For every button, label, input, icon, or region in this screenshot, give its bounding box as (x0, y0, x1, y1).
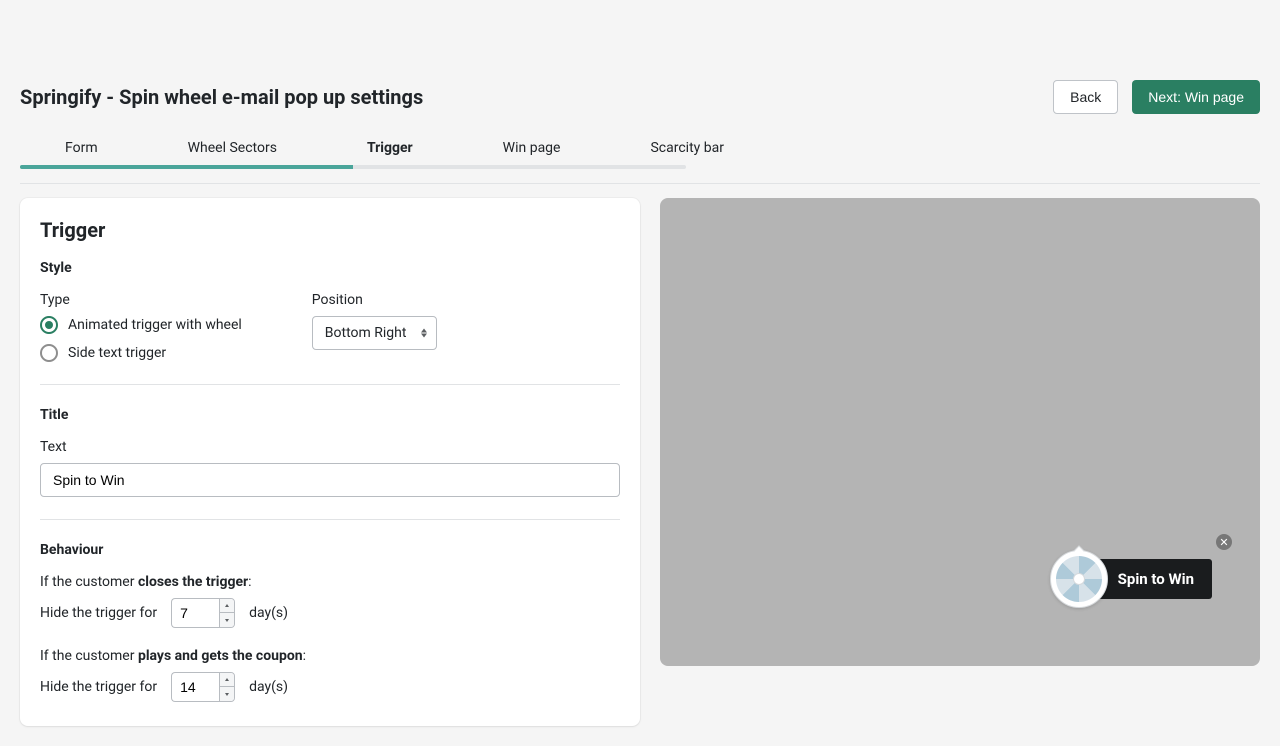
position-select[interactable]: Bottom Right (312, 316, 438, 350)
radio-icon (40, 344, 58, 362)
card-title: Trigger (40, 218, 620, 242)
section-divider (40, 384, 620, 385)
stepper-up-icon[interactable] (220, 673, 234, 687)
days-unit: day(s) (249, 605, 288, 621)
progress-track (20, 165, 686, 169)
page-header: Springify - Spin wheel e-mail pop up set… (20, 80, 1260, 114)
section-divider (40, 519, 620, 520)
radio-label: Side text trigger (68, 345, 166, 361)
spin-wheel-icon (1050, 550, 1108, 608)
tab-win-page[interactable]: Win page (458, 132, 606, 164)
header-actions: Back Next: Win page (1053, 80, 1260, 114)
tab-trigger[interactable]: Trigger (322, 132, 458, 164)
behaviour-heading: Behaviour (40, 542, 620, 558)
settings-card: Trigger Style Type Animated trigger with… (20, 198, 640, 726)
behaviour-plays-text: If the customer plays and gets the coupo… (40, 648, 620, 664)
trigger-text: Spin to Win (1090, 559, 1212, 599)
preview-pane: Spin to Win ✕ (660, 198, 1260, 666)
radio-icon (40, 316, 58, 334)
close-icon[interactable]: ✕ (1216, 534, 1232, 550)
hide-label: Hide the trigger for (40, 679, 157, 695)
type-label: Type (40, 292, 242, 308)
style-heading: Style (40, 260, 620, 276)
tab-form[interactable]: Form (20, 132, 143, 164)
radio-animated-trigger[interactable]: Animated trigger with wheel (40, 316, 242, 334)
behaviour-closes-text: If the customer closes the trigger: (40, 574, 620, 590)
closes-days-input[interactable] (171, 598, 219, 628)
days-unit: day(s) (249, 679, 288, 695)
stepper-down-icon[interactable] (220, 613, 234, 627)
position-label: Position (312, 292, 438, 308)
hide-label: Hide the trigger for (40, 605, 157, 621)
text-label: Text (40, 439, 620, 455)
title-text-input[interactable] (40, 463, 620, 497)
radio-side-text-trigger[interactable]: Side text trigger (40, 344, 242, 362)
tab-scarcity-bar[interactable]: Scarcity bar (605, 132, 769, 164)
position-field: Position Bottom Right (312, 292, 438, 350)
back-button[interactable]: Back (1053, 80, 1118, 114)
number-spinner (219, 672, 235, 702)
type-field: Type Animated trigger with wheel Side te… (40, 292, 242, 362)
number-spinner (219, 598, 235, 628)
header-divider (20, 183, 1260, 184)
next-button[interactable]: Next: Win page (1132, 80, 1260, 114)
stepper-up-icon[interactable] (220, 599, 234, 613)
stepper-down-icon[interactable] (220, 687, 234, 701)
tabs: Form Wheel Sectors Trigger Win page Scar… (20, 132, 1260, 169)
page-title: Springify - Spin wheel e-mail pop up set… (20, 85, 423, 109)
trigger-preview[interactable]: Spin to Win ✕ (1050, 550, 1212, 608)
radio-label: Animated trigger with wheel (68, 317, 242, 333)
progress-fill (20, 165, 353, 169)
tab-wheel-sectors[interactable]: Wheel Sectors (143, 132, 322, 164)
plays-days-input[interactable] (171, 672, 219, 702)
title-heading: Title (40, 407, 620, 423)
